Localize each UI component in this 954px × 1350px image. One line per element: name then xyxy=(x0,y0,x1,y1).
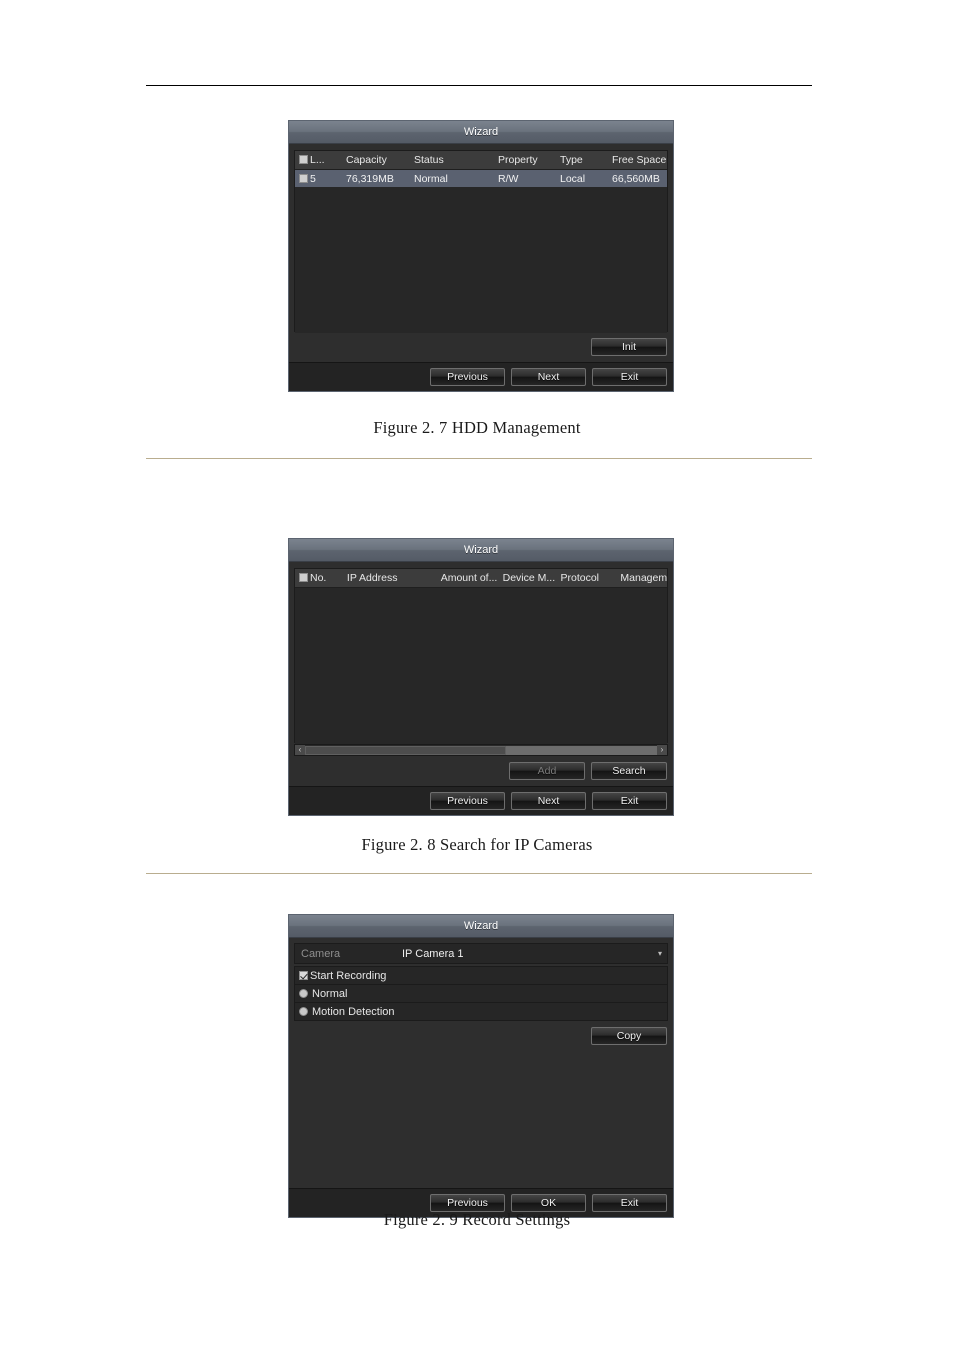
hdd-cell-status: Normal xyxy=(414,172,448,185)
ipc-action-bar: Add Search xyxy=(294,756,668,786)
previous-button[interactable]: Previous xyxy=(430,368,505,386)
hdd-list-empty-area xyxy=(295,187,667,333)
dialog-titlebar: Wizard xyxy=(289,539,673,562)
dialog-titlebar: Wizard xyxy=(289,915,673,938)
search-button[interactable]: Search xyxy=(591,762,667,780)
camera-select-label: Camera xyxy=(301,947,341,960)
ipc-header-label-amount[interactable]: Amount of... xyxy=(437,572,499,584)
ipc-list-panel: No. IP Address Amount of... Device M... … xyxy=(294,568,668,744)
hdd-cell-type: Local xyxy=(560,172,586,185)
wizard-dialog-record: Wizard Camera IP Camera 1 ▾ Start Record… xyxy=(288,914,674,1218)
ipc-table-header-row: No. IP Address Amount of... Device M... … xyxy=(295,569,667,588)
hdd-row-select-cell[interactable]: 5 xyxy=(295,173,342,185)
hdd-cell-free-space: 66,560MB xyxy=(612,172,660,185)
table-row[interactable]: 5 76,319MB Normal R/W Local 66,560MB xyxy=(295,170,667,187)
record-options-group: Start Recording Normal Motion Detection xyxy=(294,966,668,1021)
record-action-bar: Copy xyxy=(294,1021,668,1051)
scrollbar-thumb[interactable] xyxy=(305,745,506,755)
scroll-right-arrow-icon[interactable]: › xyxy=(657,745,667,755)
dialog-body: No. IP Address Amount of... Device M... … xyxy=(289,562,673,786)
option-label-motion-detection: Motion Detection xyxy=(312,1005,395,1018)
exit-button[interactable]: Exit xyxy=(592,368,667,386)
chevron-down-icon[interactable]: ▾ xyxy=(653,949,667,958)
start-recording-checkbox-icon[interactable] xyxy=(299,971,308,980)
hdd-header-label-capacity[interactable]: Capacity xyxy=(342,154,410,166)
hdd-cell-property: R/W xyxy=(498,172,519,185)
option-motion-detection[interactable]: Motion Detection xyxy=(294,1003,668,1021)
ipc-header-label-management[interactable]: Managem xyxy=(616,572,667,584)
dialog-body: Camera IP Camera 1 ▾ Start Recording Nor… xyxy=(289,938,673,1188)
hdd-header-label-free-space[interactable]: Free Space xyxy=(608,154,667,166)
ipc-list-empty-area xyxy=(295,588,667,744)
hdd-action-bar: Init xyxy=(294,332,668,362)
ipc-footer-bar: Previous Next Exit xyxy=(289,786,673,815)
next-button[interactable]: Next xyxy=(511,792,586,810)
add-button[interactable]: Add xyxy=(509,762,585,780)
hdd-list-panel: L... Capacity Status Property Type Free … xyxy=(294,150,668,333)
init-button[interactable]: Init xyxy=(591,338,667,356)
hdd-header-label-status[interactable]: Status xyxy=(410,154,494,166)
option-label-start-recording: Start Recording xyxy=(310,969,387,982)
hdd-header-cell-select[interactable]: L... xyxy=(295,154,342,166)
hdd-table-header-row: L... Capacity Status Property Type Free … xyxy=(295,151,667,170)
dialog-body: L... Capacity Status Property Type Free … xyxy=(289,144,673,362)
camera-select[interactable]: Camera IP Camera 1 ▾ xyxy=(294,943,668,964)
record-empty-area xyxy=(294,1051,668,1188)
horizontal-scrollbar[interactable]: ‹ › xyxy=(294,744,668,756)
hdd-cell-capacity: 76,319MB xyxy=(346,172,394,185)
figure-caption-2-7: Figure 2. 7 HDD Management xyxy=(373,418,581,437)
ipc-header-label-ip-address[interactable]: IP Address xyxy=(343,572,437,584)
camera-select-value: IP Camera 1 xyxy=(402,947,464,960)
motion-detection-radio-icon[interactable] xyxy=(299,1007,308,1016)
option-start-recording[interactable]: Start Recording xyxy=(294,967,668,985)
hdd-header-label-type[interactable]: Type xyxy=(556,154,608,166)
wizard-dialog-hdd: Wizard L... Capacity Status Property Typ… xyxy=(288,120,674,392)
wizard-dialog-ipcamera: Wizard No. IP Address Amount of... Devic… xyxy=(288,538,674,816)
exit-button[interactable]: Exit xyxy=(592,792,667,810)
figure-caption-2-8: Figure 2. 8 Search for IP Cameras xyxy=(361,835,593,854)
section-divider-1 xyxy=(146,458,812,459)
figure-caption-2-9: Figure 2. 9 Record Settings xyxy=(383,1210,571,1229)
row-checkbox-icon[interactable] xyxy=(299,173,308,183)
section-divider-2 xyxy=(146,873,812,874)
select-all-checkbox-icon[interactable] xyxy=(299,573,308,582)
ipc-header-cell-select[interactable]: No. xyxy=(295,572,343,584)
option-label-normal: Normal xyxy=(312,987,348,1000)
ipc-header-label-device-model[interactable]: Device M... xyxy=(499,572,557,584)
hdd-header-label-property[interactable]: Property xyxy=(494,154,556,166)
dialog-titlebar: Wizard xyxy=(289,121,673,144)
copy-button[interactable]: Copy xyxy=(591,1027,667,1045)
ipc-header-label-no: No. xyxy=(310,572,327,584)
next-button[interactable]: Next xyxy=(511,368,586,386)
hdd-header-label-0: L... xyxy=(310,154,325,166)
select-all-checkbox-icon[interactable] xyxy=(299,155,308,164)
scroll-left-arrow-icon[interactable]: ‹ xyxy=(295,745,305,755)
normal-radio-icon[interactable] xyxy=(299,989,308,998)
scrollbar-track[interactable] xyxy=(305,745,657,755)
ipc-header-label-protocol[interactable]: Protocol xyxy=(557,572,617,584)
page-header-rule xyxy=(146,85,812,86)
hdd-footer-bar: Previous Next Exit xyxy=(289,362,673,391)
previous-button[interactable]: Previous xyxy=(430,792,505,810)
hdd-cell-id: 5 xyxy=(310,172,316,185)
option-normal[interactable]: Normal xyxy=(294,985,668,1003)
